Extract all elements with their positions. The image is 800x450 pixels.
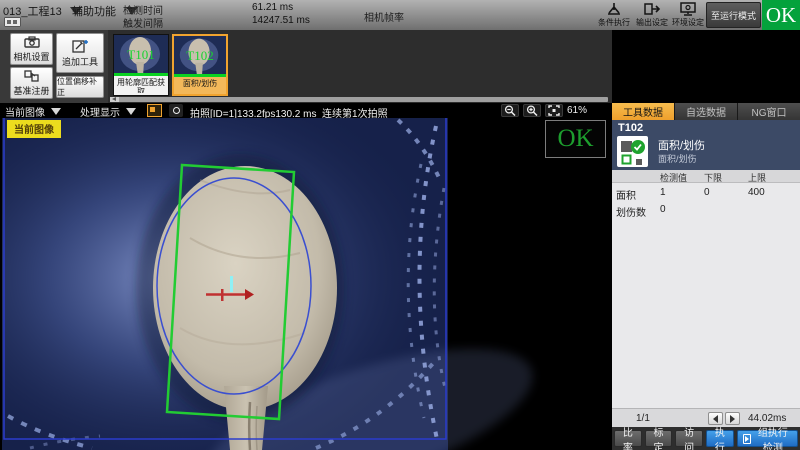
tab-ng-window[interactable]: NG窗口 [738, 103, 800, 120]
position-offset-button[interactable]: 位置偏移补正 [56, 76, 104, 98]
data-panel-tabs: 工具数据 自选数据 NG窗口 [612, 103, 800, 120]
tool-thumb-t101[interactable]: T101 用轮廓匹配获取 [113, 34, 169, 96]
display-mode-dropdown[interactable]: 处理显示 [80, 104, 136, 119]
zoom-in-button[interactable] [523, 104, 541, 117]
frame-rate-label: 相机帧率 [364, 9, 404, 24]
tool-thumb-label: 用轮廓匹配获取 [114, 76, 168, 93]
run-mode-button[interactable]: 至运行模式 [706, 2, 761, 28]
tool-data-panel: T102 面积/划伤 面积/划伤 检测值 下限 上限 面积 1 0 400 划伤… [612, 120, 800, 450]
current-image-badge: 当前图像 [7, 120, 61, 138]
calibration-button[interactable]: 标定 [645, 430, 673, 447]
tool-header: T102 面积/划伤 面积/划伤 [612, 120, 800, 170]
export-arrow-icon [643, 2, 661, 16]
global-status-badge: OK [762, 0, 800, 30]
aux-menu-label: 辅助功能 [72, 3, 116, 19]
add-tool-label: 追加工具 [62, 55, 98, 68]
target-icon[interactable] [169, 104, 183, 117]
row-lower: 0 [704, 187, 710, 198]
row-upper: 400 [748, 187, 765, 198]
tool-name: 面积/划伤 [658, 137, 705, 153]
row-value: 0 [660, 204, 666, 215]
panel-footer: 比率 标定 访问 执行 组执行检测 [612, 427, 800, 450]
access-button[interactable]: 访问 [675, 430, 703, 447]
magnifier-plus-icon [526, 105, 538, 116]
execute-button[interactable]: 执行 [706, 430, 734, 447]
col-upper-limit: 上限 [748, 171, 766, 184]
add-tool-button[interactable]: 追加工具 [56, 33, 104, 73]
tool-thumb-t102[interactable]: T102 面积/划伤 [172, 34, 228, 96]
register-reference-label: 基准注册 [13, 84, 49, 97]
ratio-button[interactable]: 比率 [614, 430, 642, 447]
camera-strip-icon [4, 17, 21, 27]
tool-subtitle: 面积/划伤 [658, 152, 697, 165]
fit-screen-icon [548, 105, 560, 116]
tab-custom-data[interactable]: 自选数据 [675, 103, 737, 120]
table-row[interactable]: 划伤数 0 [612, 201, 800, 218]
tool-thumb-image: T102 [174, 36, 226, 77]
position-display-icon[interactable] [147, 104, 162, 117]
tool-id-overlay: T101 [114, 47, 168, 63]
image-source-label: 当前图像 [5, 104, 45, 119]
left-sidebar: 相机设置 追加工具 基准注册 位置偏移补正 [0, 30, 108, 103]
image-source-dropdown[interactable]: 当前图像 [5, 104, 61, 119]
chevron-down-icon [126, 108, 136, 115]
env-settings-button[interactable]: 环境设定 [672, 2, 704, 28]
zoom-out-button[interactable] [501, 104, 519, 117]
col-detect-value: 检测值 [660, 171, 687, 184]
trigger-interval-label: 触发间隔 [123, 15, 163, 30]
arrow-right-icon [730, 415, 735, 423]
condition-exec-button[interactable]: 条件执行 [598, 2, 630, 28]
tool-id-overlay: T102 [174, 48, 226, 64]
zoom-level-value: 61% [567, 105, 587, 116]
top-header-bar: 013_工程13 辅助功能 检测时间 61.21 ms 触发间隔 14247.5… [0, 0, 800, 30]
tool-status-bar [114, 73, 168, 76]
env-settings-label: 环境设定 [672, 17, 704, 28]
camera-settings-button[interactable]: 相机设置 [10, 33, 53, 65]
position-offset-label: 位置偏移补正 [57, 76, 103, 98]
table-row[interactable]: 面积 1 0 400 [612, 184, 800, 201]
group-execute-label: 组执行检测 [754, 424, 792, 450]
camera-icon [24, 36, 40, 48]
clamp-icon [605, 2, 623, 16]
group-execute-button[interactable]: 组执行检测 [737, 430, 798, 447]
row-name: 划伤数 [616, 204, 646, 219]
pen-plus-icon [72, 39, 88, 53]
image-viewer[interactable]: 当前图像 OK [0, 118, 612, 450]
register-reference-button[interactable]: 基准注册 [10, 67, 53, 99]
chevron-down-icon [51, 108, 61, 115]
camera-image [0, 118, 612, 450]
page-indicator: 1/1 [636, 413, 650, 424]
output-settings-label: 输出设定 [636, 17, 668, 28]
tool-thumbnail-strip: T101 用轮廓匹配获取 T102 面积/划伤 [108, 30, 612, 103]
viewer-toolbar: 当前图像 处理显示 拍照[ID=1]133.2fps130.2 ms 连续第1次… [0, 103, 612, 118]
tool-thumb-image: T101 [114, 35, 168, 76]
col-lower-limit: 下限 [704, 171, 722, 184]
magnifier-minus-icon [504, 105, 516, 116]
tool-thumb-label: 面积/划伤 [174, 77, 226, 94]
tool-id: T102 [618, 122, 643, 134]
exec-time-value: 44.02ms [748, 413, 786, 424]
trigger-interval-value: 14247.51 ms [252, 15, 310, 26]
scroll-left-icon[interactable] [110, 97, 119, 102]
camera-settings-label: 相机设置 [13, 50, 49, 63]
play-icon [743, 434, 751, 444]
area-scratch-tool-icon [617, 136, 648, 167]
tab-tool-data[interactable]: 工具数据 [612, 103, 674, 120]
condition-exec-label: 条件执行 [598, 17, 630, 28]
output-settings-button[interactable]: 输出设定 [636, 2, 668, 28]
thumbnail-scrollbar[interactable] [110, 97, 608, 102]
arrow-left-icon [713, 415, 718, 423]
display-mode-label: 处理显示 [80, 104, 120, 119]
result-table-header: 检测值 下限 上限 [612, 170, 800, 183]
register-squares-icon [24, 70, 40, 82]
tool-status-bar [174, 74, 226, 77]
result-ok-overlay: OK [545, 120, 606, 158]
monitor-icon [679, 2, 697, 16]
fit-to-window-button[interactable] [545, 104, 563, 117]
detect-time-value: 61.21 ms [252, 2, 293, 13]
row-value: 1 [660, 187, 666, 198]
row-name: 面积 [616, 187, 636, 202]
